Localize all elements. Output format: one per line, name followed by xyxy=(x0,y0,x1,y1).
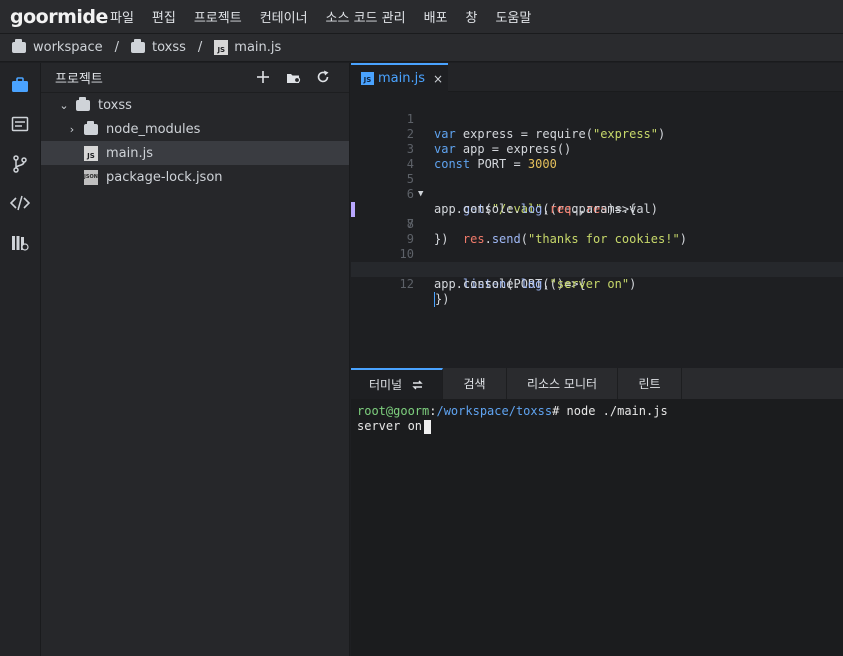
sync-icon[interactable] xyxy=(411,379,424,391)
chevron-down-icon[interactable]: ⌄ xyxy=(57,99,71,112)
code-text: }) xyxy=(434,292,450,307)
breadcrumb-separator: / xyxy=(114,40,119,55)
code-text: console.log("server on") xyxy=(434,277,637,291)
briefcase-icon xyxy=(12,77,28,92)
folder-icon xyxy=(76,96,90,111)
code-line: 9 xyxy=(351,217,843,246)
terminal-user: root@goorm xyxy=(357,404,430,418)
tree-item-label: main.js xyxy=(106,145,153,161)
menu-edit[interactable]: 편집 xyxy=(152,7,176,26)
editor-tab-bar: JS main.js × xyxy=(351,63,843,92)
tree-item-toxss[interactable]: ⌄ toxss xyxy=(41,93,349,117)
terminal-command: # node ./main.js xyxy=(552,404,668,418)
menu-project[interactable]: 프로젝트 xyxy=(194,7,242,26)
folder-icon xyxy=(131,39,145,53)
goormide-logo[interactable]: goormide xyxy=(10,6,108,28)
breadcrumb-label: main.js xyxy=(234,40,282,55)
tab-label: main.js xyxy=(378,71,425,86)
source-control-button[interactable] xyxy=(8,152,32,176)
menu-bar: goormide 파일 편집 프로젝트 컨테이너 소스 코드 관리 배포 창 도… xyxy=(0,0,843,34)
code-line-current: 12 }) xyxy=(351,262,843,307)
js-file-icon: JS xyxy=(84,145,98,161)
tree-item-label: toxss xyxy=(98,97,132,113)
folder-icon xyxy=(84,120,98,135)
chevron-right-icon[interactable]: › xyxy=(65,123,79,136)
breadcrumb-label: toxss xyxy=(152,40,186,55)
refresh-icon[interactable] xyxy=(315,69,331,85)
terminal-line: root@goorm:/workspace/toxss# node ./main… xyxy=(357,404,837,419)
activity-bar xyxy=(0,63,41,656)
tree-item-node-modules[interactable]: › node_modules xyxy=(41,117,349,141)
project-explorer-button[interactable] xyxy=(8,73,32,97)
document-icon xyxy=(11,116,29,132)
library-icon xyxy=(12,236,29,251)
code-icon xyxy=(10,195,30,211)
breadcrumb-workspace[interactable]: workspace xyxy=(12,39,103,55)
breadcrumb-separator: / xyxy=(197,40,203,55)
terminal-line: server on xyxy=(357,419,837,434)
code-area[interactable]: 1 var express = require("express") 2 var… xyxy=(351,97,843,307)
add-icon[interactable] xyxy=(255,69,271,85)
code-line: 11 console.log("server on") xyxy=(351,247,843,291)
line-number: 12 xyxy=(399,277,414,291)
tab-search[interactable]: 검색 xyxy=(443,368,507,399)
tab-label: 리소스 모니터 xyxy=(526,377,598,391)
menu-file[interactable]: 파일 xyxy=(110,7,134,26)
breadcrumb: workspace / toxss / JS main.js xyxy=(0,34,843,62)
code-line: 7 res.send("thanks for cookies!") xyxy=(351,187,843,246)
code-line: 5 ▼ app.get("/:val",(req,res)=>{ xyxy=(351,157,843,216)
code-line: 6 console.log(req.params.val) xyxy=(351,172,843,216)
bottom-panel-tabs: 터미널 검색 리소스 모니터 린트 xyxy=(351,368,843,399)
new-folder-icon[interactable] xyxy=(285,69,301,85)
outline-button[interactable] xyxy=(8,112,32,136)
json-file-icon: JSON xyxy=(84,169,98,185)
git-branch-icon xyxy=(13,155,27,173)
menu-deploy[interactable]: 배포 xyxy=(424,7,448,26)
breadcrumb-main-js[interactable]: JS main.js xyxy=(214,40,281,55)
breadcrumb-label: workspace xyxy=(33,40,103,55)
terminal-path: /workspace/toxss xyxy=(436,404,553,418)
tab-label: 린트 xyxy=(638,377,661,391)
code-line: 2 var app = express() xyxy=(351,112,843,156)
js-file-icon: JS xyxy=(361,72,374,85)
menu-help[interactable]: 도움말 xyxy=(495,7,531,26)
code-editor: JS main.js × 1 var express = require("ex… xyxy=(351,63,843,368)
tree-item-package-lock[interactable]: JSON package-lock.json xyxy=(41,165,349,189)
explorer-title: 프로젝트 xyxy=(55,72,103,87)
menu-source-control[interactable]: 소스 코드 관리 xyxy=(326,7,406,26)
tab-resource-monitor[interactable]: 리소스 모니터 xyxy=(507,368,618,399)
code-line: 8 }) xyxy=(351,202,843,246)
menu-window[interactable]: 창 xyxy=(465,7,477,26)
terminal-cursor xyxy=(424,419,432,434)
code-line: 10 ▼ app.listen(PORT,()=>{ xyxy=(351,232,843,291)
tab-terminal[interactable]: 터미널 xyxy=(351,368,443,399)
code-line: 1 var express = require("express") xyxy=(351,97,843,141)
terminal[interactable]: root@goorm:/workspace/toxss# node ./main… xyxy=(351,399,843,656)
tree-item-label: node_modules xyxy=(106,121,201,137)
tab-label: 검색 xyxy=(463,377,486,391)
js-file-icon: JS xyxy=(214,40,229,55)
code-line: 4 xyxy=(351,142,843,171)
project-explorer: 프로젝트 ⌄ toxss › node_modules JS main.js J… xyxy=(41,63,350,656)
terminal-output: server on xyxy=(357,419,423,433)
tab-label: 터미널 xyxy=(368,378,403,392)
close-icon[interactable]: × xyxy=(433,72,443,86)
breadcrumb-toxss[interactable]: toxss xyxy=(131,39,186,55)
menu-container[interactable]: 컨테이너 xyxy=(260,7,308,26)
tree-item-label: package-lock.json xyxy=(106,169,223,185)
library-button[interactable] xyxy=(8,231,32,255)
code-button[interactable] xyxy=(8,191,32,215)
tree-item-main-js[interactable]: JS main.js xyxy=(41,141,349,165)
code-line: 3 const PORT = 3000 xyxy=(351,127,843,171)
tab-lint[interactable]: 린트 xyxy=(618,368,682,399)
folder-icon xyxy=(12,39,26,53)
tab-main-js[interactable]: JS main.js × xyxy=(351,63,448,92)
explorer-header: 프로젝트 xyxy=(41,63,349,93)
